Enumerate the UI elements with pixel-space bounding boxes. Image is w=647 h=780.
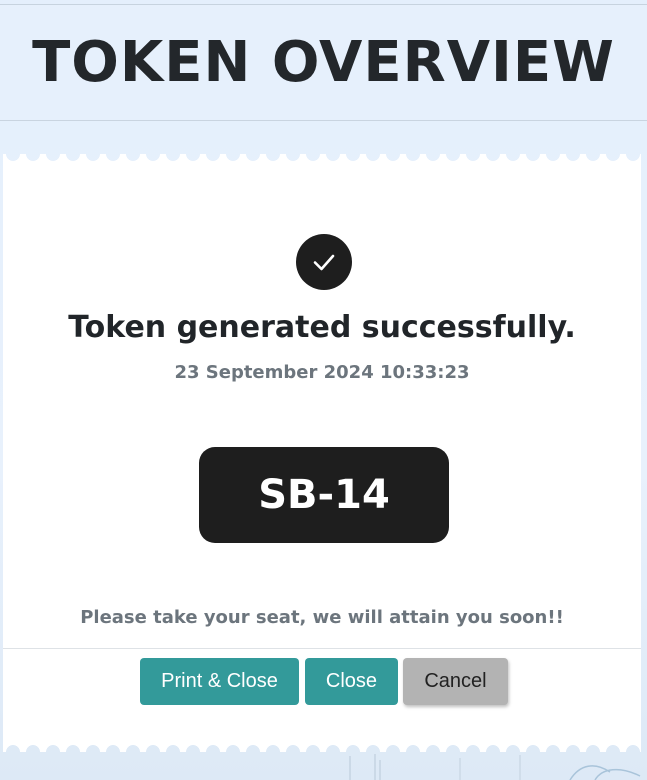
- token-number: SB-14: [258, 472, 390, 518]
- success-title: Token generated successfully.: [68, 310, 576, 345]
- footer-divider: [3, 648, 641, 649]
- print-and-close-button[interactable]: Print & Close: [140, 658, 299, 705]
- token-timestamp: 23 September 2024 10:33:23: [174, 362, 470, 383]
- close-button[interactable]: Close: [305, 658, 398, 705]
- check-circle-icon: [296, 234, 352, 290]
- cancel-button[interactable]: Cancel: [403, 658, 508, 705]
- page-title: TOKEN OVERVIEW: [32, 30, 615, 95]
- token-ticket-card: Token generated successfully. 23 Septemb…: [3, 154, 641, 752]
- page-header: TOKEN OVERVIEW: [0, 5, 647, 121]
- background-decoration: [349, 754, 641, 780]
- token-number-badge: SB-14: [199, 447, 449, 543]
- check-mark-icon: [313, 254, 335, 271]
- wait-message: Please take your seat, we will attain yo…: [80, 607, 564, 628]
